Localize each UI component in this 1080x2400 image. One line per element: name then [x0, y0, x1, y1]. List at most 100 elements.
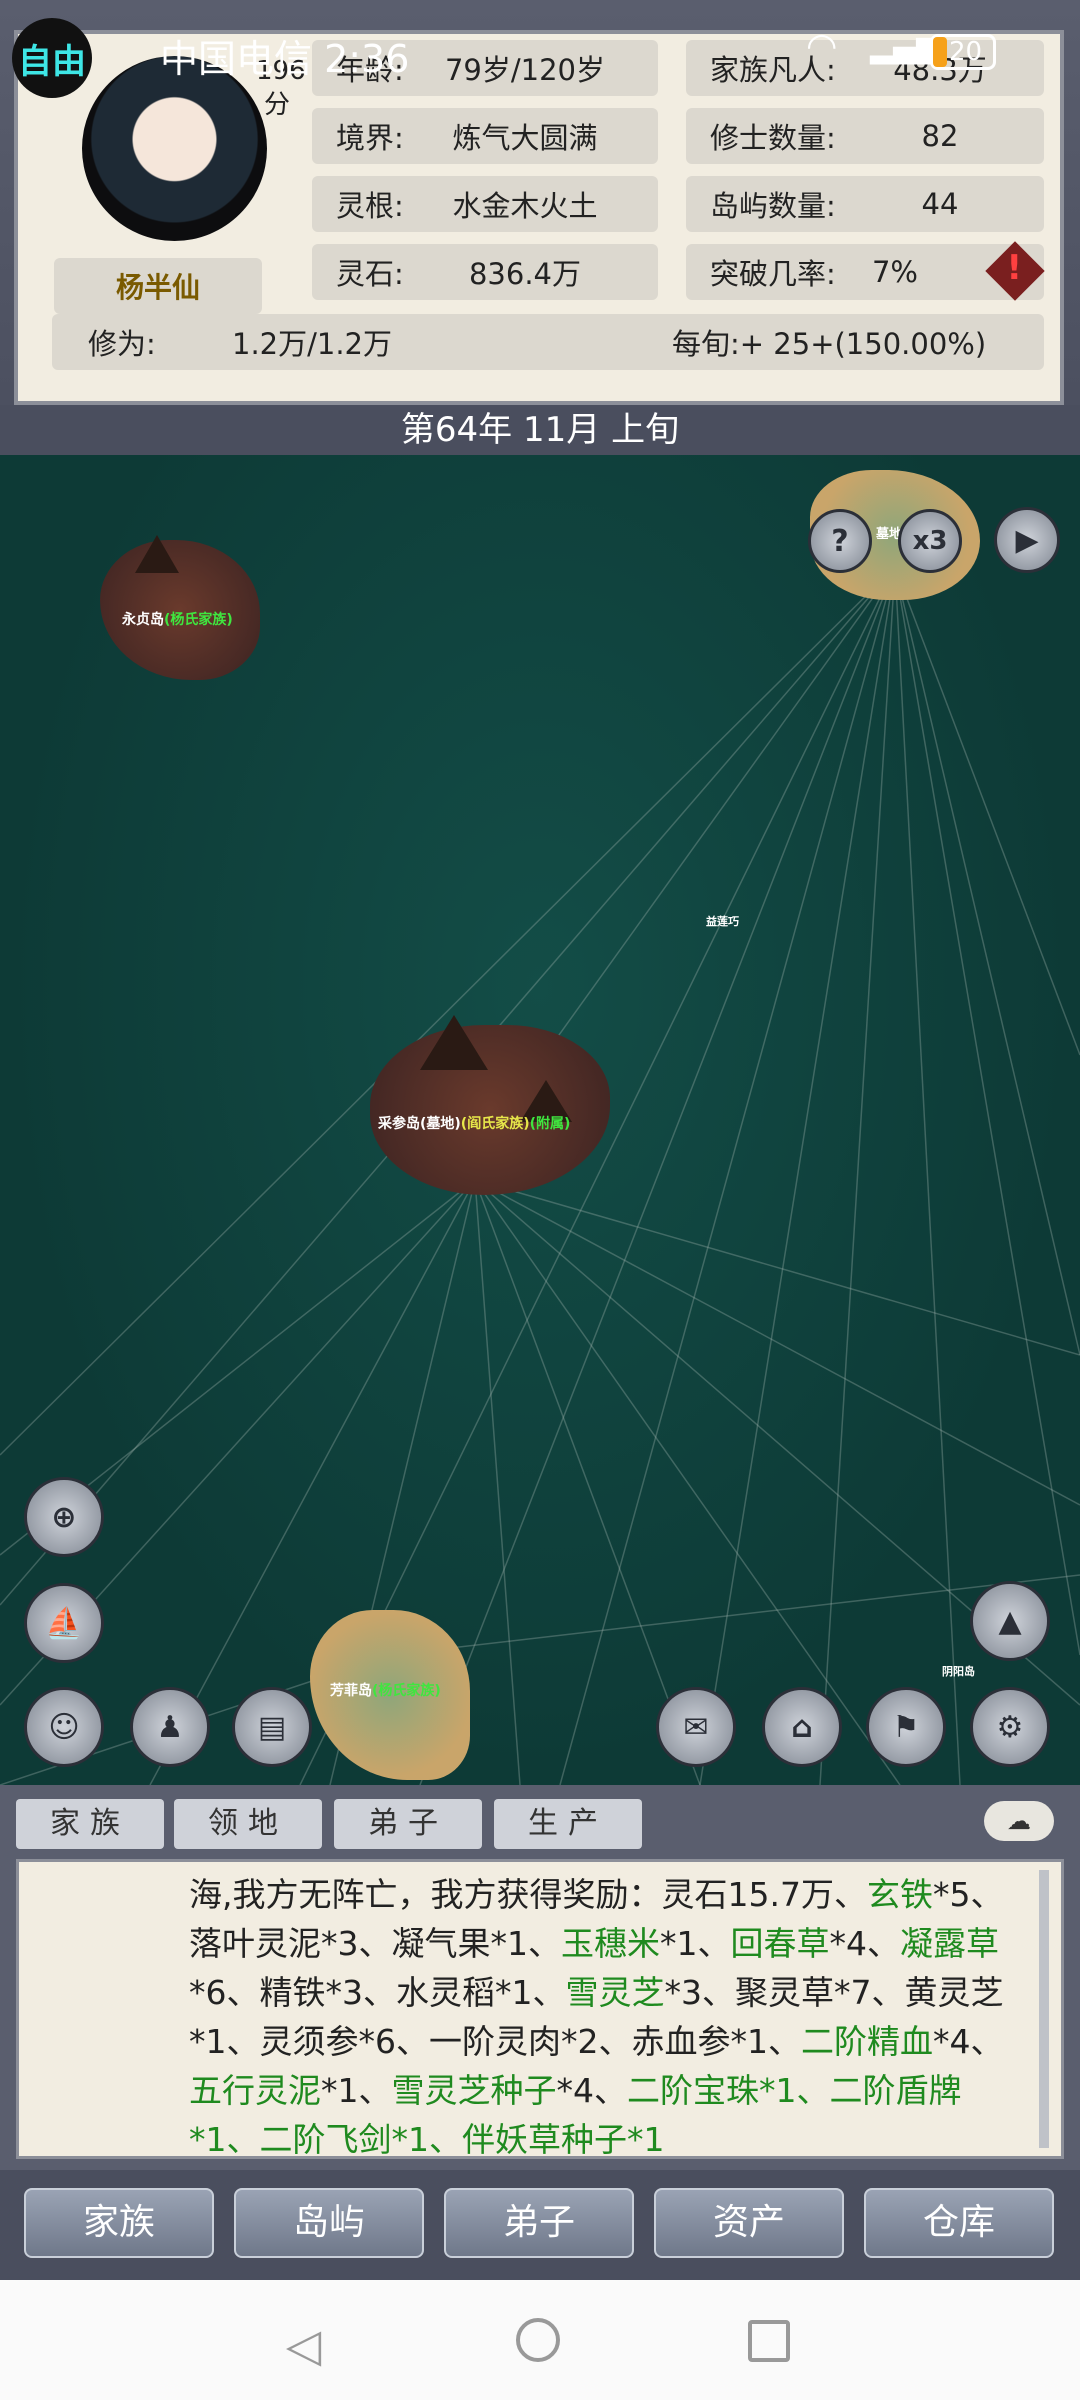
scroll-button[interactable]: ▤ — [232, 1687, 312, 1767]
mountain-icon: ▲ — [998, 1603, 1022, 1639]
cultivation-bar: 修为: 1.2万/1.2万 每旬:+ 25+(150.00%) — [52, 314, 1044, 370]
player-name[interactable]: 杨半仙 — [54, 258, 262, 314]
nav-family[interactable]: 家族 — [24, 2188, 214, 2258]
log-text: 海,我方无阵亡，我方获得奖励：灵石15.7万、玄铁*5、落叶灵泥*3、凝气果*1… — [189, 1870, 1029, 2164]
person-icon: ☺ — [48, 1709, 80, 1745]
play-icon: ▶ — [1015, 522, 1039, 558]
cloud-ornament-icon[interactable]: ☁ — [984, 1801, 1054, 1841]
nav-islands[interactable]: 岛屿 — [234, 2188, 424, 2258]
speed-button[interactable]: x3 — [898, 509, 962, 573]
island-name: 永贞岛 — [122, 612, 164, 628]
tab-disciples[interactable]: 弟子 — [334, 1799, 482, 1849]
status-bar: 中国电信 2:36 ◠ ▂▄▆ 20 — [0, 0, 1080, 110]
log-item-highlight: 五行灵泥 — [189, 2071, 321, 2110]
carrier-time: 中国电信 2:36 — [160, 37, 410, 81]
island-label-fangfei[interactable]: 芳菲岛(杨氏家族) — [330, 1680, 441, 1700]
island-label-caishen[interactable]: 采参岛(墓地)(阎氏家族)(附属) — [378, 1113, 570, 1133]
warning-mark: ! — [1006, 248, 1022, 288]
sect-building-button[interactable]: ⌂ — [762, 1687, 842, 1767]
ship-icon: ⛵ — [45, 1605, 83, 1641]
disciple-icon: ♟ — [156, 1709, 184, 1745]
recents-icon[interactable] — [748, 2320, 790, 2362]
island-name: 芳菲岛 — [330, 1683, 372, 1699]
nav-warehouse[interactable]: 仓库 — [864, 2188, 1054, 2258]
scroll-icon: ▤ — [257, 1709, 287, 1745]
log-text-segment: *1、 — [321, 2071, 392, 2110]
help-button[interactable]: ? — [808, 509, 872, 573]
island-owner: (杨氏家族) — [164, 612, 233, 628]
stat-value: 82 — [921, 119, 959, 153]
game-date: 第64年 11月 上旬 — [0, 405, 1080, 455]
cultivation-rate: 每旬:+ 25+(150.00%) — [672, 327, 987, 361]
nav-disciples[interactable]: 弟子 — [444, 2188, 634, 2258]
map-small-label: 阴阳岛 — [942, 1665, 975, 1678]
signal-icon: ▂▄▆ — [870, 30, 940, 65]
tab-territory[interactable]: 领地 — [174, 1799, 322, 1849]
play-button[interactable]: ▶ — [994, 507, 1060, 573]
log-item-highlight: 凝露草 — [900, 1924, 999, 1963]
locate-button[interactable]: ⊕ — [24, 1477, 104, 1557]
log-text-segment: *6、精铁*3、水灵稻*1、 — [189, 1973, 566, 2012]
bottom-nav: 家族 岛屿 弟子 资产 仓库 — [0, 2170, 1080, 2280]
settings-button[interactable]: ⚙ — [970, 1687, 1050, 1767]
log-item-highlight: 玉穗米 — [561, 1924, 660, 1963]
mountain-button[interactable]: ▲ — [970, 1581, 1050, 1661]
log-text-segment: 海,我方无阵亡，我方获得奖励：灵石15.7万、 — [189, 1875, 867, 1914]
battery-level: 20 — [949, 37, 983, 67]
stat-spirit-stones: 灵石: 836.4万 — [312, 244, 658, 300]
stat-realm: 境界: 炼气大圆满 — [312, 108, 658, 164]
home-icon[interactable] — [516, 2318, 560, 2362]
log-item-highlight: 回春草 — [730, 1924, 830, 1963]
stat-island-count: 岛屿数量: 44 — [686, 176, 1044, 232]
document-icon: ✉ — [683, 1709, 709, 1745]
map-small-label: 益莲巧 — [706, 915, 739, 928]
disciple-button[interactable]: ♟ — [130, 1687, 210, 1767]
stat-value: 44 — [921, 187, 959, 221]
island-label-yongzhen[interactable]: 永贞岛(杨氏家族) — [122, 609, 233, 629]
stat-value: 水金木火土 — [452, 189, 598, 223]
stat-spirit-root: 灵根: 水金木火土 — [312, 176, 658, 232]
tab-production[interactable]: 生产 — [494, 1799, 642, 1849]
wifi-icon: ◠ — [806, 26, 838, 67]
cultivation-value: 1.2万/1.2万 — [232, 327, 393, 361]
crosshair-icon: ⊕ — [51, 1499, 77, 1535]
stat-value: 炼气大圆满 — [452, 121, 598, 155]
log-item-highlight: 玄铁 — [866, 1875, 933, 1914]
log-item-highlight: 二阶精血 — [800, 2022, 933, 2061]
character-list-button[interactable]: ☺ — [24, 1687, 104, 1767]
log-text-segment: *4、 — [829, 1924, 901, 1963]
log-text-segment: *1、 — [660, 1924, 731, 1963]
stat-value: 836.4万 — [468, 257, 582, 291]
flag-icon: ⚑ — [892, 1709, 920, 1745]
island-status: (附属) — [529, 1116, 571, 1132]
world-map[interactable]: 永贞岛(杨氏家族) 墓地 采参岛(墓地)(阎氏家族)(附属) 益莲巧 阴阳岛 芳… — [0, 455, 1080, 1785]
volcano-icon — [420, 1015, 488, 1070]
back-icon[interactable]: ◁ — [286, 2318, 321, 2372]
stat-label: 岛屿数量: — [710, 189, 836, 223]
log-text-segment: *4、 — [556, 2071, 628, 2110]
quest-button[interactable]: ✉ — [656, 1687, 736, 1767]
log-text-segment: *4、 — [932, 2022, 1004, 2061]
log-item-highlight: 雪灵芝种子 — [391, 2071, 557, 2110]
log-item-highlight: 雪灵芝 — [565, 1973, 665, 2012]
cultivation-label: 修为: — [88, 327, 156, 361]
nav-assets[interactable]: 资产 — [654, 2188, 844, 2258]
gear-icon: ⚙ — [996, 1709, 1024, 1745]
log-box[interactable]: 海,我方无阵亡，我方获得奖励：灵石15.7万、玄铁*5、落叶灵泥*3、凝气果*1… — [16, 1859, 1064, 2159]
island-owner: (阎氏家族) — [460, 1116, 530, 1132]
system-nav: ◁ — [0, 2280, 1080, 2400]
battery-fill — [933, 37, 947, 67]
log-scrollbar[interactable] — [1039, 1870, 1049, 2148]
stat-breakthrough-rate: 突破几率: 7% ! — [686, 241, 1045, 301]
island-name: 采参岛(墓地) — [378, 1116, 461, 1132]
battery-icon: 20 — [930, 34, 996, 70]
volcano-icon — [135, 535, 179, 573]
stat-cultivator-count: 修士数量: 82 — [686, 108, 1044, 164]
fleet-button[interactable]: ⛵ — [24, 1583, 104, 1663]
building-icon: ⌂ — [791, 1709, 813, 1745]
island-owner: (杨氏家族) — [372, 1683, 441, 1699]
tab-family[interactable]: 家族 — [16, 1799, 164, 1849]
stat-label: 修士数量: — [710, 121, 836, 155]
log-panel: 家族 领地 弟子 生产 ☁ 海,我方无阵亡，我方获得奖励：灵石15.7万、玄铁*… — [0, 1785, 1080, 2170]
flag-button[interactable]: ⚑ — [866, 1687, 946, 1767]
